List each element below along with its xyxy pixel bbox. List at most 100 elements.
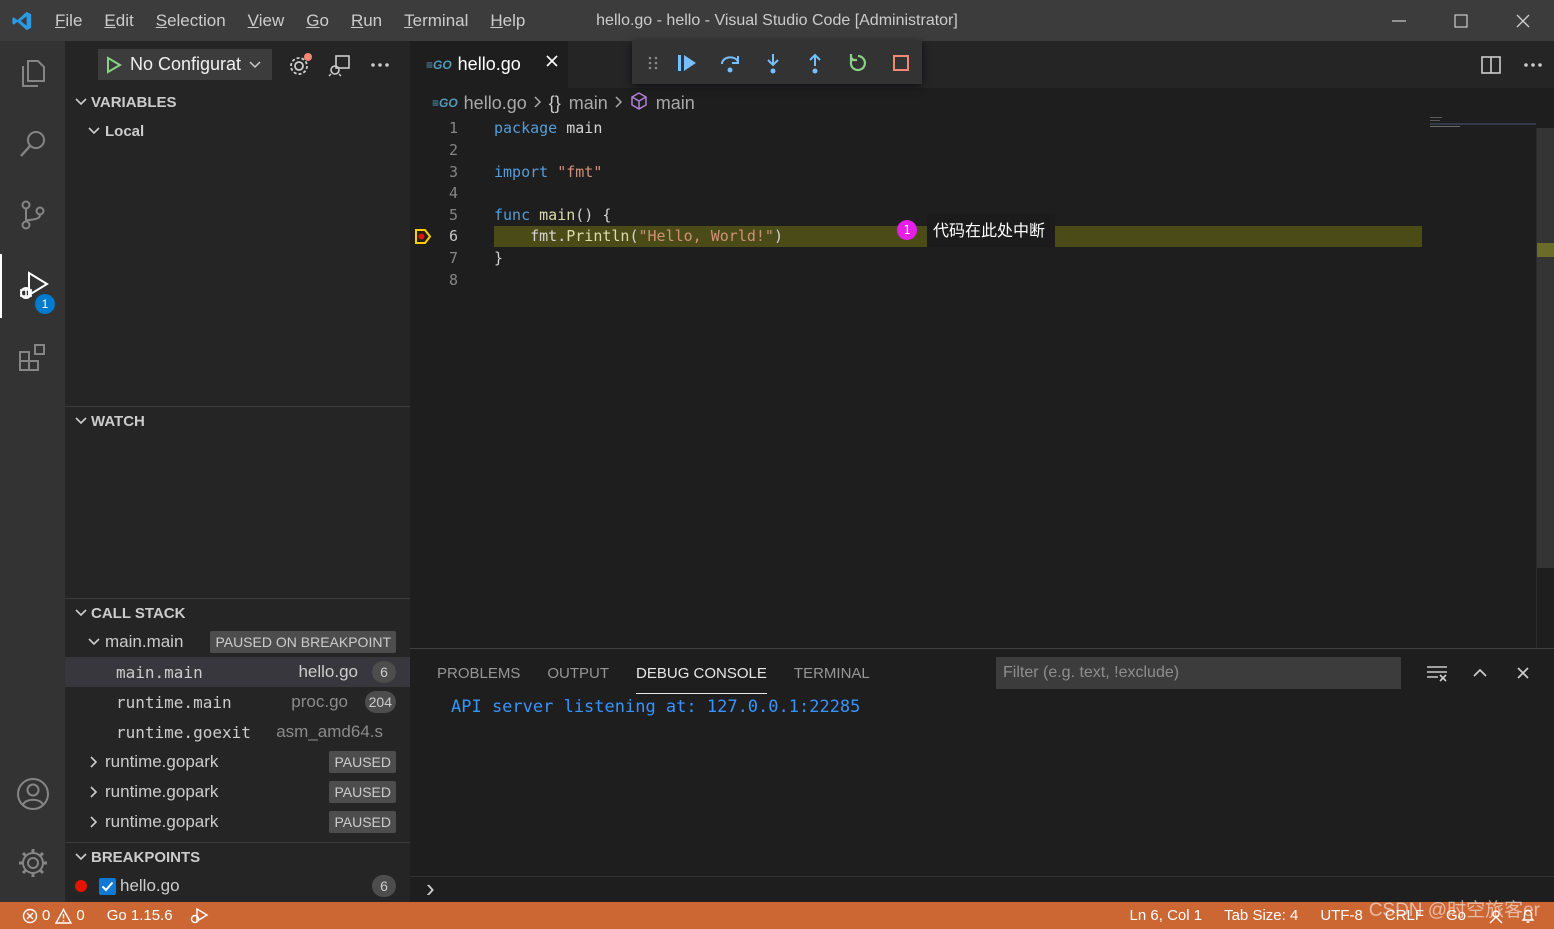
call-stack-section: CALL STACK main.main PAUSED ON BREAKPOIN… (65, 599, 410, 837)
explorer-icon[interactable] (0, 41, 65, 105)
scrollbar-thumb[interactable] (1537, 128, 1554, 568)
extensions-icon[interactable] (0, 325, 65, 389)
clear-console-icon[interactable] (1415, 655, 1458, 691)
chevron-down-icon (71, 608, 91, 618)
frame-line-badge: 6 (372, 661, 396, 683)
stack-frame[interactable]: runtime.main proc.go 204 (65, 687, 410, 717)
stack-frame[interactable]: main.main hello.go 6 (65, 657, 410, 687)
menu-view[interactable]: View (237, 0, 296, 41)
menu-edit[interactable]: Edit (93, 0, 144, 41)
code-line: 1 package main (410, 118, 1535, 139)
status-bar: 0 0 Go 1.15.6 Ln 6, Col 1 Tab Size: 4 UT… (0, 902, 1554, 929)
more-actions-icon[interactable] (1512, 41, 1554, 88)
tab-size[interactable]: Tab Size: 4 (1210, 902, 1306, 929)
stack-frame[interactable]: runtime.goexit asm_amd64.s (65, 717, 410, 747)
chevron-down-icon (83, 126, 105, 136)
string-literal: "Hello, World!" (638, 227, 774, 245)
tab-debug-console[interactable]: DEBUG CONSOLE (636, 649, 767, 694)
minimize-button[interactable] (1368, 0, 1430, 41)
search-icon[interactable] (0, 112, 65, 176)
breadcrumb-symbol[interactable]: main (656, 93, 695, 114)
window-controls (1368, 0, 1554, 41)
go-version-status[interactable]: Go 1.15.6 (93, 902, 181, 929)
menu-run[interactable]: Run (340, 0, 393, 41)
tab-hello-go[interactable]: ≡GO hello.go (410, 41, 568, 88)
menu-help[interactable]: Help (479, 0, 536, 41)
local-scope[interactable]: Local (65, 116, 410, 146)
keyword: import (494, 163, 549, 181)
restart-icon[interactable] (837, 41, 880, 84)
code-text: fmt. (494, 227, 567, 245)
source-control-icon[interactable] (0, 183, 65, 247)
menu-go[interactable]: Go (295, 0, 340, 41)
title-bar: File Edit Selection View Go Run Terminal… (0, 0, 1554, 41)
more-actions-icon[interactable] (360, 49, 400, 80)
console-filter-input[interactable]: Filter (e.g. text, !exclude) (996, 657, 1401, 689)
activity-bar: 1 (0, 41, 65, 902)
settings-gear-icon[interactable] (0, 831, 65, 895)
continue-icon[interactable] (666, 41, 709, 84)
code-line: 4 (410, 183, 1535, 204)
goroutine-row[interactable]: runtime.gopark PAUSED (65, 807, 410, 837)
tab-terminal[interactable]: TERMINAL (794, 649, 870, 693)
goroutine-row[interactable]: runtime.gopark PAUSED (65, 747, 410, 777)
close-window-button[interactable] (1492, 0, 1554, 41)
chevron-down-icon (71, 852, 91, 862)
split-editor-icon[interactable] (1470, 41, 1512, 88)
breakpoint-file: hello.go (120, 876, 180, 895)
stop-icon[interactable] (879, 41, 922, 84)
debug-console-icon[interactable] (320, 49, 360, 80)
thread-main[interactable]: main.main PAUSED ON BREAKPOINT (65, 627, 410, 657)
cursor-position[interactable]: Ln 6, Col 1 (1122, 902, 1211, 929)
breakpoints-title: BREAKPOINTS (91, 848, 201, 866)
chevron-up-icon[interactable] (1458, 655, 1501, 691)
close-icon[interactable] (1501, 655, 1544, 691)
launch-config-select[interactable]: No Configurat (98, 49, 272, 80)
debug-session-icon[interactable] (181, 902, 217, 929)
minimap[interactable] (1430, 117, 1536, 131)
line-number: 4 (448, 184, 458, 202)
tab-problems[interactable]: PROBLEMS (437, 649, 520, 693)
keyword: package (494, 119, 558, 137)
call-stack-section-header[interactable]: CALL STACK (65, 599, 410, 627)
line-number: 8 (448, 271, 458, 289)
code-line: 3 import "fmt" (410, 162, 1535, 183)
breadcrumb-scope[interactable]: main (569, 93, 608, 114)
drag-handle-icon[interactable] (640, 41, 666, 84)
annotation-callout: 1 代码在此处中断 (897, 214, 1056, 247)
menu-file[interactable]: File (44, 0, 93, 41)
file-encoding[interactable]: UTF-8 (1306, 902, 1371, 929)
debug-toolbar: No Configurat (65, 41, 410, 88)
start-debugging-icon[interactable] (106, 55, 122, 74)
goroutine-row[interactable]: runtime.gopark PAUSED (65, 777, 410, 807)
breakpoint-checkbox[interactable] (99, 877, 116, 895)
step-over-icon[interactable] (709, 41, 752, 84)
menu-terminal[interactable]: Terminal (393, 0, 479, 41)
step-out-icon[interactable] (794, 41, 837, 84)
code-line: 2 (410, 140, 1535, 161)
breakpoints-section-header[interactable]: BREAKPOINTS (65, 843, 410, 871)
editor-scrollbar[interactable] (1536, 128, 1554, 648)
run-debug-icon[interactable]: 1 (0, 254, 65, 318)
watch-section-header[interactable]: WATCH (65, 407, 410, 435)
breakpoint-dot-icon (75, 880, 87, 892)
step-into-icon[interactable] (751, 41, 794, 84)
call-stack-title: CALL STACK (91, 604, 186, 622)
code-text: main (557, 119, 603, 137)
breakpoint-line-badge: 6 (372, 875, 396, 897)
open-launch-json-gear-icon[interactable] (280, 49, 320, 80)
menu-selection[interactable]: Selection (145, 0, 237, 41)
maximize-button[interactable] (1430, 0, 1492, 41)
code-view[interactable]: 1 package main 2 3 import "fmt" 4 5 func… (410, 118, 1535, 648)
breakpoint-item[interactable]: hello.go 6 (65, 871, 410, 901)
frame-function: runtime.main (116, 692, 232, 712)
editor-tabs: ≡GO hello.go (410, 41, 1554, 88)
thread-name: main.main (105, 632, 184, 651)
accounts-icon[interactable] (0, 762, 65, 826)
tab-output[interactable]: OUTPUT (547, 649, 609, 693)
problems-status[interactable]: 0 0 (0, 902, 93, 929)
frame-function: runtime.goexit (116, 722, 251, 742)
variables-section-header[interactable]: VARIABLES (65, 88, 410, 116)
close-icon[interactable] (544, 53, 560, 74)
breadcrumb-file[interactable]: hello.go (464, 93, 527, 114)
